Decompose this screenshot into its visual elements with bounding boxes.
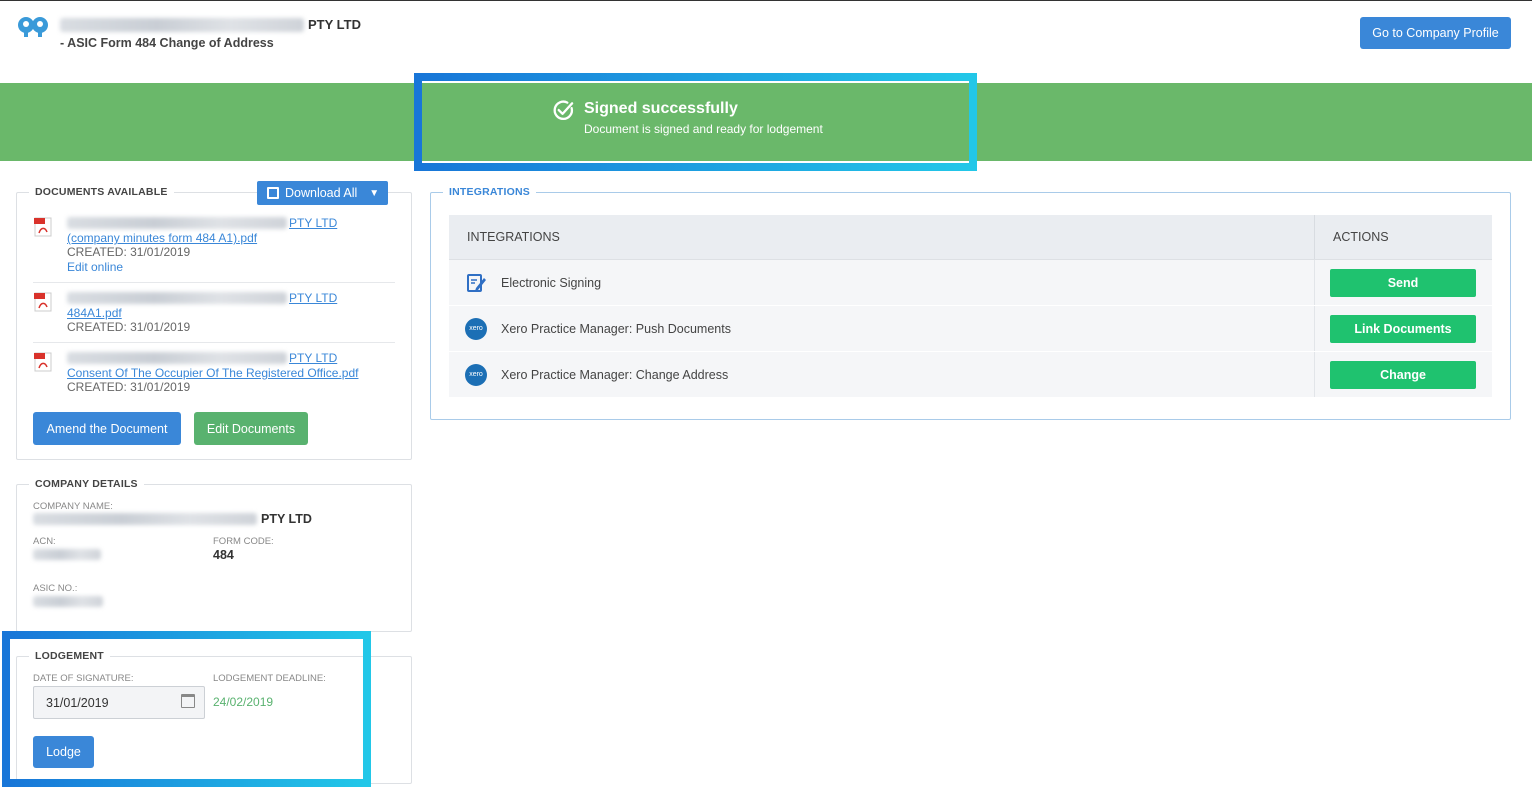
- chevron-down-icon: ▼: [369, 187, 380, 199]
- redacted-asic-no: [33, 596, 103, 607]
- document-filename-link[interactable]: 484A1.pdf: [67, 306, 122, 320]
- pdf-icon: [34, 217, 52, 237]
- integrations-legend: INTEGRATIONS: [443, 186, 536, 198]
- document-filename-link[interactable]: (company minutes form 484 A1).pdf: [67, 231, 257, 245]
- integrations-column-header: INTEGRATIONS: [449, 215, 1315, 259]
- download-all-label: Download All: [285, 186, 358, 200]
- redacted-company-name: [60, 17, 304, 32]
- document-item: PTY LTD 484A1.pdf CREATED: 31/01/2019: [34, 290, 394, 335]
- download-all-button[interactable]: Download All ▼: [257, 181, 388, 205]
- amend-document-button[interactable]: Amend the Document: [33, 412, 181, 445]
- company-details-legend: COMPANY DETAILS: [29, 478, 144, 490]
- go-to-company-profile-button[interactable]: Go to Company Profile: [1360, 17, 1511, 49]
- edit-documents-button[interactable]: Edit Documents: [194, 412, 308, 445]
- redacted-document-name: [67, 352, 287, 364]
- calendar-icon[interactable]: [181, 694, 195, 708]
- table-row: xero Xero Practice Manager: Push Documen…: [449, 306, 1492, 352]
- success-subtitle: Document is signed and ready for lodgeme…: [584, 122, 823, 136]
- document-created: CREATED: 31/01/2019: [67, 320, 191, 334]
- table-row: Electronic Signing Send: [449, 260, 1492, 306]
- table-row: xero Xero Practice Manager: Change Addre…: [449, 352, 1492, 398]
- date-of-signature-label: DATE OF SIGNATURE:: [33, 673, 134, 684]
- acn-label: ACN:: [33, 536, 56, 547]
- signing-icon: [467, 273, 486, 292]
- documents-legend: DOCUMENTS AVAILABLE: [29, 186, 174, 198]
- company-title: PTY LTD: [60, 17, 361, 32]
- redacted-company-name: [33, 513, 257, 525]
- redacted-document-name: [67, 217, 287, 229]
- table-header: INTEGRATIONS ACTIONS: [449, 215, 1492, 260]
- edit-online-link[interactable]: Edit online: [67, 260, 123, 274]
- asic-no-label: ASIC NO.:: [33, 583, 78, 594]
- form-subtitle: - ASIC Form 484 Change of Address: [60, 36, 274, 50]
- link-documents-button[interactable]: Link Documents: [1330, 314, 1476, 343]
- top-border: [0, 0, 1532, 1]
- lodgement-deadline-label: LODGEMENT DEADLINE:: [213, 673, 326, 684]
- actions-column-header: ACTIONS: [1333, 230, 1389, 244]
- document-filename-link[interactable]: Consent Of The Occupier Of The Registere…: [67, 366, 358, 380]
- send-button[interactable]: Send: [1330, 268, 1476, 297]
- document-created: CREATED: 31/01/2019: [67, 245, 191, 259]
- document-item: PTY LTD Consent Of The Occupier Of The R…: [34, 350, 394, 395]
- document-title-link[interactable]: PTY LTD: [67, 351, 337, 365]
- document-title-link[interactable]: PTY LTD: [67, 216, 337, 230]
- integration-name: Electronic Signing: [501, 275, 602, 290]
- redacted-document-name: [67, 292, 287, 304]
- form-code-value: 484: [213, 548, 234, 562]
- xero-icon: xero: [465, 363, 487, 386]
- company-name-label: COMPANY NAME:: [33, 501, 113, 512]
- download-icon: [267, 187, 279, 199]
- form-code-label: FORM CODE:: [213, 536, 274, 547]
- integrations-table: INTEGRATIONS ACTIONS Electronic Signing …: [449, 215, 1492, 398]
- pdf-icon: [34, 352, 52, 372]
- date-of-signature-input[interactable]: [33, 686, 205, 719]
- change-button[interactable]: Change: [1330, 360, 1476, 389]
- document-title-link[interactable]: PTY LTD: [67, 291, 337, 305]
- pdf-icon: [34, 292, 52, 312]
- company-logo-icon: [18, 17, 48, 37]
- company-title-suffix: PTY LTD: [308, 17, 361, 32]
- success-title: Signed successfully: [584, 100, 738, 117]
- divider: [33, 342, 395, 343]
- document-item: PTY LTD (company minutes form 484 A1).pd…: [34, 215, 394, 275]
- integration-name: Xero Practice Manager: Change Address: [501, 367, 729, 382]
- company-name-value: PTY LTD: [33, 512, 312, 526]
- document-created: CREATED: 31/01/2019: [67, 380, 191, 394]
- check-circle-icon: [553, 100, 574, 121]
- divider: [33, 282, 395, 283]
- xero-icon: xero: [465, 317, 487, 340]
- lodge-button[interactable]: Lodge: [33, 736, 94, 768]
- lodgement-deadline-value: 24/02/2019: [213, 695, 274, 709]
- integration-name: Xero Practice Manager: Push Documents: [501, 321, 731, 336]
- redacted-acn: [33, 549, 101, 560]
